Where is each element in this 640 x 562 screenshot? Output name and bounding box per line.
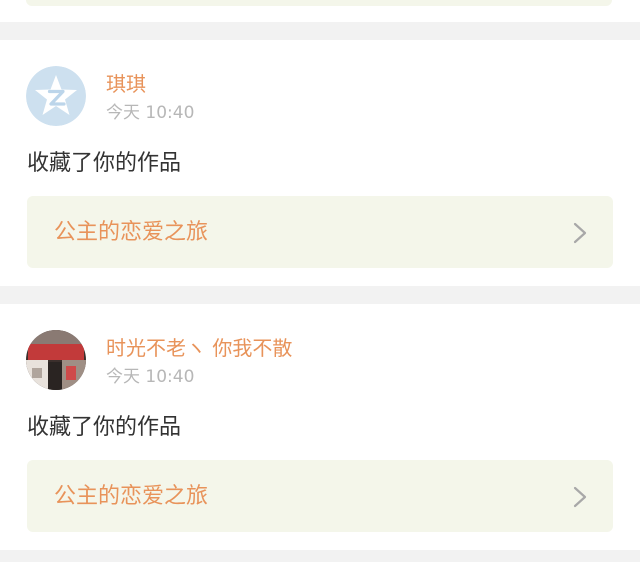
- notification-card: 时光不老ヽ 你我不散 今天 10:40 收藏了你的作品 公主的恋爱之旅: [0, 304, 640, 550]
- previous-work-link-peek[interactable]: [26, 0, 612, 6]
- username[interactable]: 琪琪: [106, 72, 146, 96]
- chevron-right-icon: [573, 222, 587, 244]
- chevron-right-icon: [573, 486, 587, 508]
- timestamp: 今天 10:40: [106, 367, 195, 387]
- avatar[interactable]: [26, 330, 86, 390]
- previous-notification-card: [0, 0, 640, 22]
- photo-avatar: [26, 330, 86, 390]
- action-text: 收藏了你的作品: [27, 151, 182, 176]
- notification-card: 琪琪 今天 10:40 收藏了你的作品 公主的恋爱之旅: [0, 40, 640, 286]
- work-link[interactable]: 公主的恋爱之旅: [27, 460, 613, 532]
- qq-default-avatar-icon: [26, 66, 86, 126]
- work-title: 公主的恋爱之旅: [54, 484, 209, 509]
- work-link[interactable]: 公主的恋爱之旅: [27, 196, 613, 268]
- action-text: 收藏了你的作品: [27, 415, 182, 440]
- username[interactable]: 时光不老ヽ 你我不散: [106, 336, 292, 360]
- work-title: 公主的恋爱之旅: [54, 220, 209, 245]
- timestamp: 今天 10:40: [106, 103, 195, 123]
- avatar[interactable]: [26, 66, 86, 126]
